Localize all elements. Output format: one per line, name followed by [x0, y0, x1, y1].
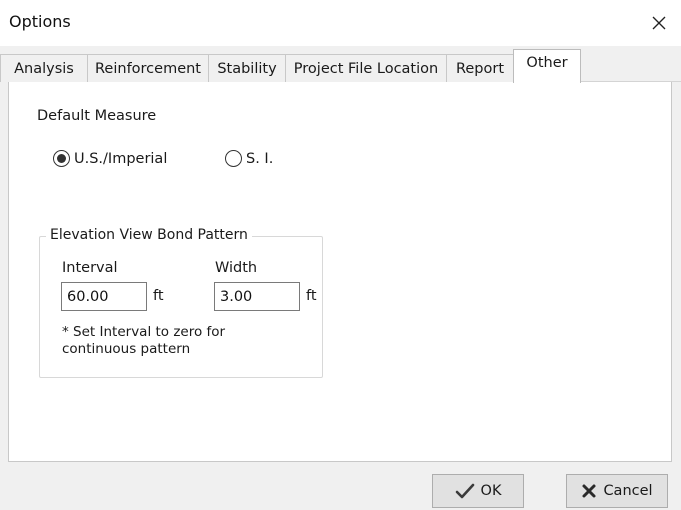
- radio-selected-icon: [53, 150, 70, 167]
- bond-pattern-title: Elevation View Bond Pattern: [46, 227, 252, 243]
- tab-analysis[interactable]: Analysis: [0, 54, 88, 82]
- width-label: Width: [215, 260, 258, 276]
- close-icon: [651, 15, 667, 31]
- options-panel: Default Measure U.S./Imperial S. I. Elev…: [8, 82, 672, 462]
- tab-report[interactable]: Report: [446, 54, 514, 82]
- x-mark-icon: [581, 483, 597, 499]
- radio-us-imperial[interactable]: U.S./Imperial: [53, 150, 167, 167]
- cancel-label: Cancel: [603, 483, 653, 499]
- radio-si-label: S. I.: [246, 150, 274, 167]
- ok-button[interactable]: OK: [432, 474, 524, 508]
- checkmark-icon: [455, 483, 475, 499]
- interval-input[interactable]: [61, 282, 147, 311]
- interval-unit: ft: [153, 288, 164, 304]
- radio-si[interactable]: S. I.: [225, 150, 273, 167]
- tab-strip: Analysis Reinforcement Stability Project…: [0, 46, 681, 83]
- tab-reinforcement[interactable]: Reinforcement: [87, 54, 209, 82]
- tab-project-file-location[interactable]: Project File Location: [285, 54, 447, 82]
- default-measure-heading: Default Measure: [37, 108, 157, 124]
- radio-us-imperial-label: U.S./Imperial: [74, 150, 168, 167]
- window-title: Options: [9, 12, 71, 31]
- cancel-button[interactable]: Cancel: [566, 474, 668, 508]
- interval-label: Interval: [62, 260, 118, 276]
- tab-stability[interactable]: Stability: [208, 54, 286, 82]
- interval-note: * Set Interval to zero for continuous pa…: [62, 324, 226, 357]
- radio-unselected-icon: [225, 150, 242, 167]
- width-unit: ft: [306, 288, 317, 304]
- width-input[interactable]: [214, 282, 300, 311]
- close-button[interactable]: [637, 0, 681, 46]
- tab-other[interactable]: Other: [513, 49, 581, 83]
- title-bar: Options: [0, 0, 681, 46]
- ok-label: OK: [480, 483, 502, 499]
